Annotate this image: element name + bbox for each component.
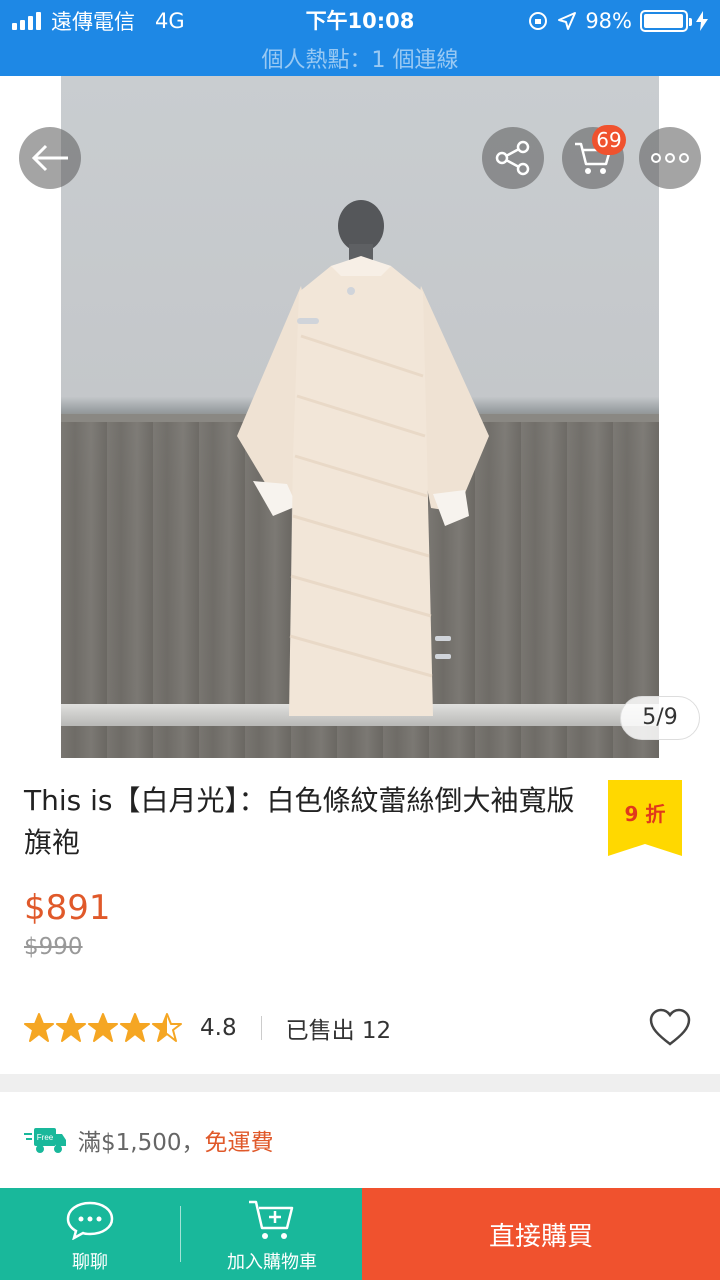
- divider: [260, 1016, 262, 1040]
- shipping-info[interactable]: Free 滿$1,500， 免運費: [24, 1120, 273, 1160]
- heart-icon: [649, 1008, 691, 1046]
- chat-label: 聊聊: [72, 1252, 108, 1273]
- charging-icon: [696, 11, 708, 31]
- star-icon: [120, 1013, 150, 1042]
- more-button[interactable]: [639, 127, 701, 189]
- chat-icon: [66, 1201, 114, 1240]
- share-icon: [495, 140, 530, 176]
- more-icon: [651, 153, 689, 163]
- rating-value: 4.8: [200, 1015, 237, 1041]
- rating-row: 4.8 已售出 12: [24, 1008, 696, 1048]
- star-icon: [24, 1013, 54, 1042]
- section-separator: [0, 1074, 720, 1092]
- star-icon: [88, 1013, 118, 1042]
- bottom-action-bar: 聊聊 加入購物車 直接購買: [0, 1188, 720, 1280]
- location-icon: [558, 12, 577, 30]
- image-page-indicator: 5/9: [620, 696, 700, 740]
- free-badge-text: Free: [37, 1133, 54, 1142]
- shipping-threshold: 滿$1,500，: [78, 1130, 205, 1156]
- product-image-gallery[interactable]: 69 5/9: [0, 76, 720, 758]
- battery-percent: 98%: [585, 9, 632, 33]
- discount-label: 9 折: [624, 802, 666, 826]
- star-icon: [152, 1013, 182, 1042]
- star-icon: [56, 1013, 86, 1042]
- free-shipping-truck-icon: Free: [24, 1128, 66, 1153]
- add-cart-icon: [249, 1200, 294, 1239]
- discount-tag: 9 折: [608, 780, 682, 856]
- sold-count: 已售出 12: [285, 1018, 392, 1044]
- rating-stars: [24, 1013, 182, 1043]
- favorite-button[interactable]: [648, 1008, 692, 1052]
- buy-now-button[interactable]: 直接購買: [362, 1188, 720, 1280]
- back-button[interactable]: [19, 127, 81, 189]
- bottom-divider: [180, 1206, 181, 1262]
- sale-price: $891: [24, 888, 111, 928]
- hotspot-banner[interactable]: 個人熱點：1 個連線: [0, 42, 720, 74]
- status-bar: 遠傳電信 4G 下午10:08 98% 個人熱點：1 個連線: [0, 0, 720, 76]
- original-price: $990: [24, 934, 83, 960]
- chat-button[interactable]: 聊聊: [40, 1188, 140, 1280]
- add-to-cart-label: 加入購物車: [227, 1252, 317, 1273]
- cart-count-badge: 69: [592, 125, 626, 155]
- orientation-lock-icon: [529, 12, 548, 30]
- free-shipping-label: 免運費: [204, 1130, 274, 1156]
- battery-icon: [640, 10, 692, 32]
- arrow-left-icon: [31, 144, 68, 172]
- cart-button[interactable]: 69: [562, 125, 626, 189]
- product-title: This is【白月光】：白色條紋蕾絲倒大袖寬版旗袍: [24, 784, 575, 859]
- share-button[interactable]: [482, 127, 544, 189]
- add-to-cart-button[interactable]: 加入購物車: [200, 1188, 344, 1280]
